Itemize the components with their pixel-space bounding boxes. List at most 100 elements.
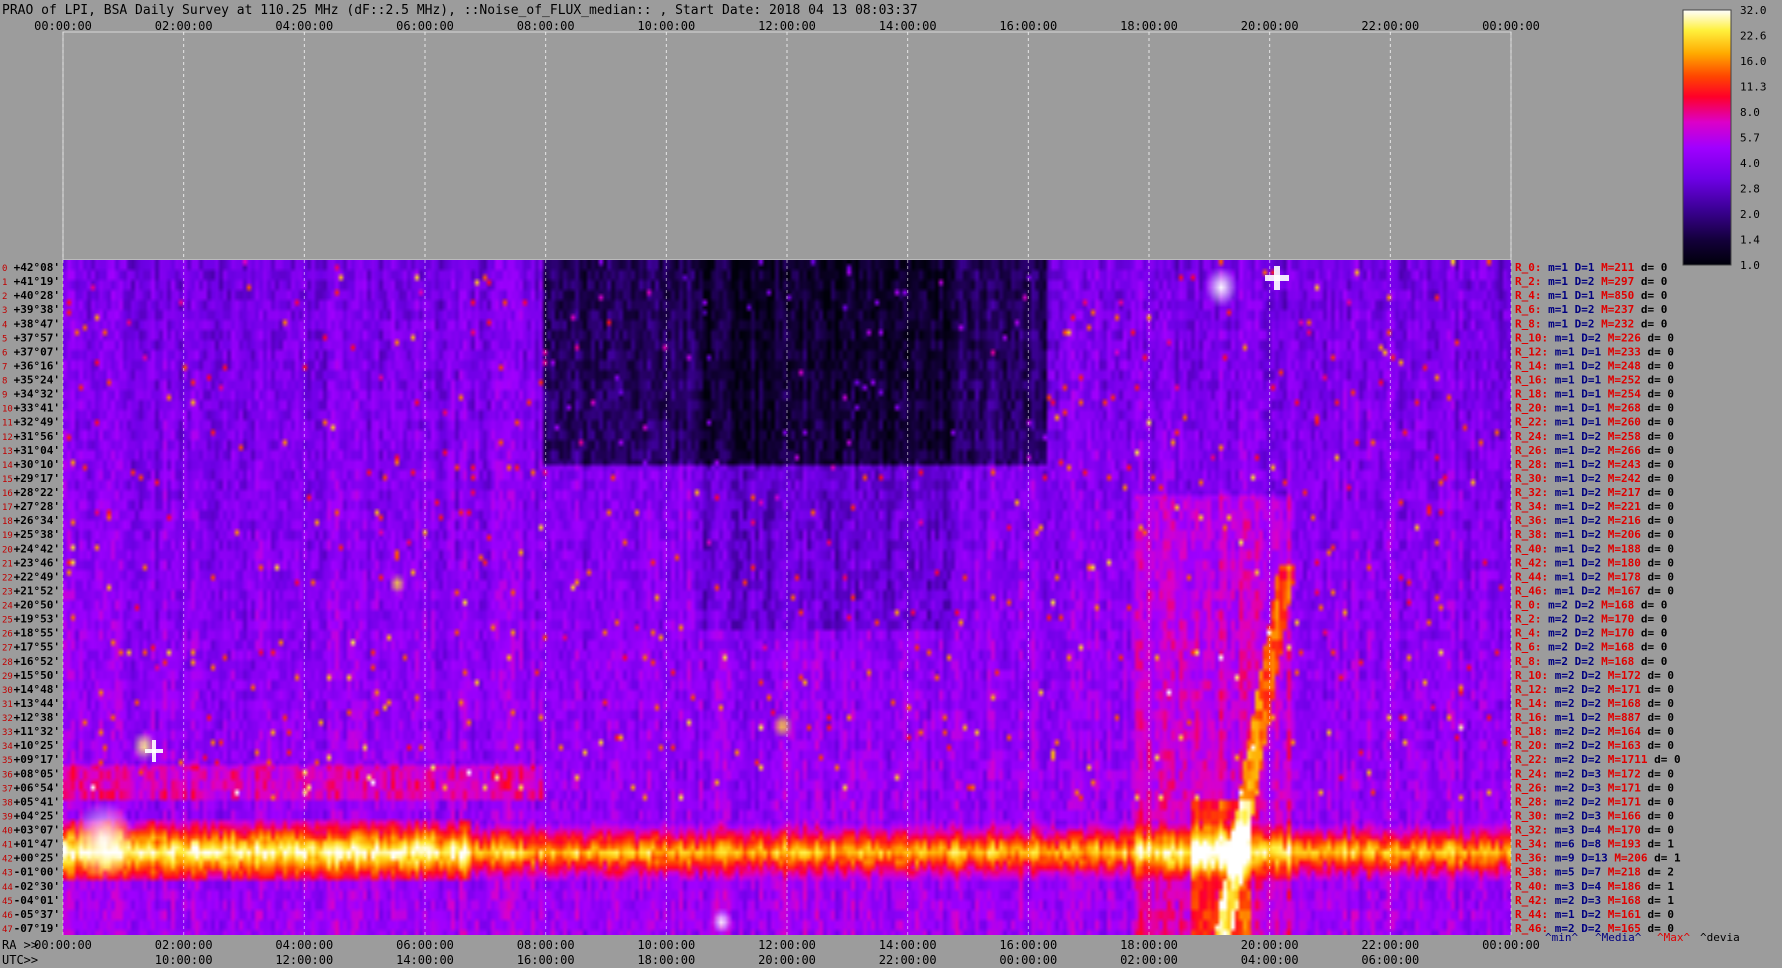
row-stat-dev: d= 2 <box>1641 866 1674 879</box>
dec-label: +29°17' <box>14 472 60 485</box>
utc-prefix: UTC>> <box>2 953 38 967</box>
row-stat-r: R_10: <box>1515 331 1548 344</box>
row-stat-dev: d= 0 <box>1634 317 1667 330</box>
row-stat-m: m=1 <box>1542 289 1569 302</box>
row-stat-M: M=233 <box>1601 345 1641 358</box>
dec-label: -01°00' <box>14 866 60 879</box>
row-stat-d: D=7 <box>1575 866 1602 879</box>
row-stat-M: M=161 <box>1601 908 1641 921</box>
row-stat-m: m=2 <box>1548 739 1575 752</box>
row-stat: R_38: m=1 D=2 M=206 d= 0 <box>1515 528 1674 541</box>
row-index: 26 <box>2 630 13 640</box>
row-stat-dev: d= 0 <box>1641 697 1674 710</box>
row-stat-r: R_18: <box>1515 725 1548 738</box>
row-index: 40 <box>2 827 13 837</box>
row-stat-m: m=2 <box>1548 697 1575 710</box>
row-stat: R_12: m=2 D=2 M=171 d= 0 <box>1515 683 1674 696</box>
row-stat-d: D=2 <box>1568 641 1595 654</box>
row-stat-M: M=193 <box>1601 838 1641 851</box>
row-stat-dev: d= 0 <box>1641 809 1674 822</box>
row-stat: R_26: m=2 D=3 M=171 d= 0 <box>1515 781 1674 794</box>
colorbar-tick: 2.0 <box>1740 208 1760 221</box>
row-stat-M: M=168 <box>1595 641 1635 654</box>
row-stat-d: D=2 <box>1575 500 1602 513</box>
dec-label: +20°50' <box>14 599 60 612</box>
colorbar-tick: 11.3 <box>1740 81 1767 94</box>
utc-tick-label: 22:00:00 <box>879 953 937 967</box>
row-stat-d: D=1 <box>1575 402 1602 415</box>
colorbar-tick: 16.0 <box>1740 55 1767 68</box>
row-stat-d: D=2 <box>1568 655 1595 668</box>
ra-tick-label: 18:00:00 <box>1120 938 1178 952</box>
declination-axis: +42°08' 0 +41°19' 1 +40°28' 2 +39°38' 3 +38°47' 4… <box>2 261 60 935</box>
row-stat-dev: d= 0 <box>1641 725 1674 738</box>
row-stat-m: m=2 <box>1548 894 1575 907</box>
row-stat-m: m=1 <box>1548 908 1575 921</box>
row-stat-M: M=186 <box>1601 880 1641 893</box>
dec-label: +13°44' <box>14 697 60 710</box>
legend-min: ^min^ <box>1545 931 1578 944</box>
row-index: 46 <box>2 911 13 921</box>
row-stat: R_8: m=2 D=2 M=168 d= 0 <box>1515 655 1667 668</box>
row-stat: R_12: m=1 D=1 M=233 d= 0 <box>1515 345 1674 358</box>
colorbar-tick: 8.0 <box>1740 106 1760 119</box>
row-stat-d: D=2 <box>1575 331 1602 344</box>
row-index: 11 <box>2 419 13 429</box>
row-stat: R_44: m=1 D=2 M=178 d= 0 <box>1515 570 1674 583</box>
row-stat-r: R_12: <box>1515 683 1548 696</box>
row-index: 31 <box>2 700 13 710</box>
row-stat-m: m=2 <box>1548 669 1575 682</box>
row-stat-M: M=170 <box>1595 613 1635 626</box>
row-index: 34 <box>2 742 13 752</box>
row-stat-M: M=180 <box>1601 556 1641 569</box>
dec-label: +42°08' <box>14 261 60 274</box>
top-time-axis: 00:00:00 02:00:00 04:00:00 06:00:00 08:00:00… <box>34 19 1540 33</box>
row-stat-r: R_2: <box>1515 613 1542 626</box>
row-stat-r: R_26: <box>1515 444 1548 457</box>
row-stat-m: m=1 <box>1548 359 1575 372</box>
row-index: 33 <box>2 728 13 738</box>
row-stat-M: M=170 <box>1601 824 1641 837</box>
row-index: 5 <box>2 334 7 344</box>
row-stat-d: D=2 <box>1575 514 1602 527</box>
row-stat: R_30: m=2 D=3 M=166 d= 0 <box>1515 809 1674 822</box>
dec-label: +19°53' <box>14 613 60 626</box>
row-stat: R_16: m=1 D=1 M=252 d= 0 <box>1515 374 1674 387</box>
row-stat-M: M=168 <box>1601 697 1641 710</box>
row-stat-r: R_28: <box>1515 458 1548 471</box>
dec-label: +08°05' <box>14 767 60 780</box>
row-stat-m: m=1 <box>1548 528 1575 541</box>
utc-tick-label: 04:00:00 <box>1241 953 1299 967</box>
row-stat-r: R_22: <box>1515 753 1548 766</box>
row-stat-dev: d= 0 <box>1634 599 1667 612</box>
row-stat-M: M=164 <box>1601 725 1641 738</box>
row-stat-r: R_36: <box>1515 514 1548 527</box>
row-index: 30 <box>2 686 13 696</box>
row-stat-r: R_16: <box>1515 374 1548 387</box>
row-index: 6 <box>2 348 7 358</box>
row-index: 15 <box>2 475 13 485</box>
row-stat-r: R_30: <box>1515 809 1548 822</box>
dec-label: -07°19' <box>14 922 60 935</box>
row-stat-r: R_14: <box>1515 359 1548 372</box>
row-stat-r: R_26: <box>1515 781 1548 794</box>
row-stat-dev: d= 0 <box>1641 444 1674 457</box>
row-index: 47 <box>2 925 13 935</box>
utc-tick-label: 16:00:00 <box>517 953 575 967</box>
row-stat-r: R_2: <box>1515 275 1542 288</box>
row-stat-d: D=2 <box>1575 908 1602 921</box>
dec-label: +06°54' <box>14 781 60 794</box>
row-stat-M: M=266 <box>1601 444 1641 457</box>
dec-label: +10°25' <box>14 739 60 752</box>
row-stat-d: D=1 <box>1575 374 1602 387</box>
row-index: 41 <box>2 841 13 851</box>
row-stat-r: R_34: <box>1515 500 1548 513</box>
row-stat-d: D=1 <box>1568 289 1595 302</box>
row-stat: R_8: m=1 D=2 M=232 d= 0 <box>1515 317 1667 330</box>
row-stat-r: R_4: <box>1515 627 1542 640</box>
row-stat-d: D=8 <box>1575 838 1602 851</box>
ra-tick-label: 20:00:00 <box>1241 938 1299 952</box>
row-stat-r: R_8: <box>1515 655 1542 668</box>
row-stat-d: D=2 <box>1575 584 1602 597</box>
row-stat-m: m=1 <box>1542 261 1569 274</box>
